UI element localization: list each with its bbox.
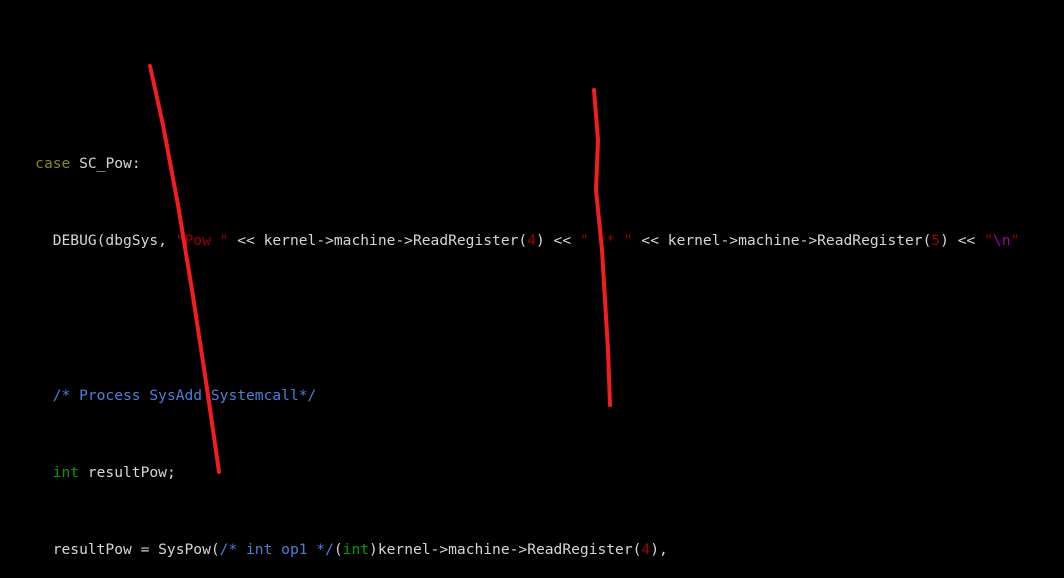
terminal-editor-screen[interactable]: case SC_Pow: DEBUG(dbgSys, "Pow " << ker… bbox=[0, 0, 1064, 578]
code-line: resultPow = SysPow(/* int op1 */(int)ker… bbox=[0, 541, 668, 559]
keyword-case: case bbox=[35, 155, 71, 173]
code-buffer[interactable]: case SC_Pow: DEBUG(dbgSys, "Pow " << ker… bbox=[0, 0, 1064, 578]
code-line: /* Process SysAdd Systemcall*/ bbox=[52, 386, 317, 404]
code-line: int resultPow; bbox=[52, 463, 176, 481]
code-line: DEBUG(dbgSys, "Pow " << kernel->machine-… bbox=[0, 232, 1020, 250]
code-line: case SC_Pow: bbox=[35, 155, 141, 173]
